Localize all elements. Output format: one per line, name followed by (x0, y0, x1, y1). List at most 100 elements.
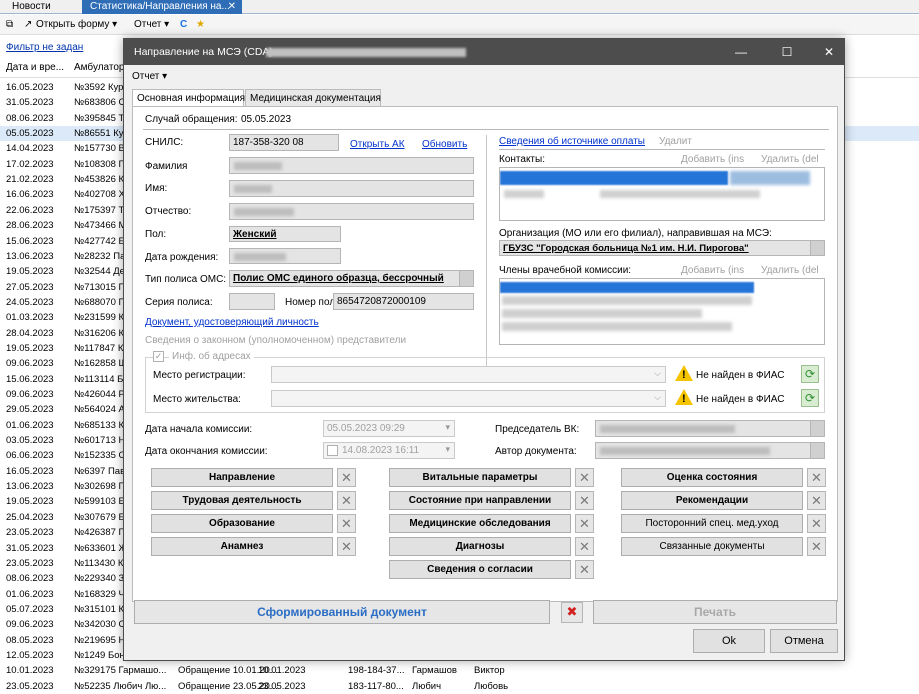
dropdown-icon (810, 241, 824, 255)
remove-section-icon[interactable]: ✕ (337, 468, 356, 487)
payment-source-link[interactable]: Сведения об источнике оплаты (499, 136, 645, 147)
list-item[interactable] (500, 171, 728, 185)
tab-news[interactable]: Новости (4, 0, 76, 14)
start-date-field[interactable]: 05.05.2023 09:29 ▾ (323, 420, 455, 437)
refresh-icon[interactable]: ⟳ (801, 365, 819, 383)
remove-section-icon[interactable]: ✕ (575, 537, 594, 556)
cell-date: 23.05.2023 (6, 680, 54, 692)
commission-add[interactable]: Добавить (ins (681, 265, 744, 276)
open-form-button[interactable]: Открыть форму ▾ (36, 18, 117, 31)
remove-section-icon[interactable]: ✕ (807, 537, 826, 556)
remove-section-icon[interactable]: ✕ (337, 491, 356, 510)
tab-main-info[interactable]: Основная информация (132, 89, 245, 107)
close-icon[interactable]: ✕ (228, 0, 236, 13)
dialog-menu-report[interactable]: Отчет ▾ (132, 71, 167, 82)
cell-ambulatory: №52235 Любич Лю... (74, 680, 167, 692)
policy-type-value: Полис ОМС единого образца, бессрочный (233, 273, 444, 284)
commission-label: Члены врачебной комиссии: (499, 265, 632, 276)
chevron-down-icon: ⌵ (654, 368, 661, 378)
chairman-select[interactable] (595, 420, 825, 437)
sex-select[interactable]: Женский (229, 226, 341, 242)
refresh-icon[interactable]: C (180, 18, 187, 31)
list-item (600, 190, 760, 198)
table-row[interactable]: 23.05.2023 №52235 Любич Лю... Обращение 23… (0, 679, 919, 694)
snils-field[interactable]: 187-358-320 08 (229, 134, 339, 151)
section-button[interactable]: Диагнозы (389, 537, 571, 556)
refresh-icon[interactable]: ⟳ (801, 389, 819, 407)
report-menu[interactable]: Отчет ▾ (134, 18, 169, 31)
contacts-add[interactable]: Добавить (ins (681, 154, 744, 165)
section-button[interactable]: Рекомендации (621, 491, 803, 510)
cancel-button[interactable]: Отмена (770, 629, 838, 653)
cell-ambulatory: №1249 Бонд (74, 649, 131, 661)
remove-section-icon[interactable]: ✕ (575, 514, 594, 533)
list-item[interactable] (500, 282, 754, 293)
cell-ambulatory: №473466 М (74, 220, 127, 232)
policy-number-field[interactable]: 8654720872000109 (333, 293, 474, 310)
name-field[interactable] (229, 180, 474, 197)
column-date[interactable]: Дата и вре... (6, 62, 64, 73)
tab-medical-docs[interactable]: Медицинская документация (245, 89, 381, 107)
remove-section-icon[interactable]: ✕ (807, 491, 826, 510)
tab-panel: Случай обращения: 05.05.2023 СНИЛС: 187-… (132, 106, 838, 602)
end-date-field[interactable]: 14.08.2023 16:11 ▾ (323, 442, 455, 459)
section-button[interactable]: Направление (151, 468, 333, 487)
birth-field[interactable] (229, 248, 341, 264)
section-button[interactable]: Посторонний спец. мед.уход (621, 514, 803, 533)
cell-ambulatory: №685133 Ко (74, 419, 130, 431)
column-ambulatory[interactable]: Амбулатор (74, 62, 125, 73)
remove-section-icon[interactable]: ✕ (575, 491, 594, 510)
surname-field[interactable] (229, 157, 474, 174)
remove-section-icon[interactable]: ✕ (575, 560, 594, 579)
commission-delete[interactable]: Удалить (del (761, 265, 819, 276)
table-row[interactable]: 10.01.2023 №329175 Гармашо... Обращение 10… (0, 663, 919, 678)
copy-icon[interactable]: ⧉ (6, 18, 13, 31)
reg-place-combo[interactable]: ⌵ (271, 366, 666, 383)
maximize-icon[interactable]: ☐ (772, 43, 802, 61)
commission-list[interactable] (499, 278, 825, 345)
remove-section-icon[interactable]: ✕ (807, 514, 826, 533)
section-button[interactable]: Анамнез (151, 537, 333, 556)
cell-ambulatory: №113114 Бо (74, 373, 129, 385)
minimize-icon[interactable]: — (726, 43, 756, 61)
contacts-list[interactable] (499, 167, 825, 221)
policy-type-select[interactable]: Полис ОМС единого образца, бессрочный (229, 270, 474, 287)
author-select[interactable] (595, 442, 825, 459)
patronymic-field[interactable] (229, 203, 474, 220)
refresh-link[interactable]: Обновить (422, 139, 467, 150)
close-icon[interactable]: ✕ (814, 43, 844, 61)
section-button[interactable]: Сведения о согласии (389, 560, 571, 579)
star-folder-icon[interactable]: ★ (196, 18, 205, 31)
filter-link[interactable]: Фильтр не задан (6, 42, 83, 53)
section-button[interactable]: Оценка состояния (621, 468, 803, 487)
open-ak-link[interactable]: Открыть АК (350, 139, 405, 150)
section-button[interactable]: Связанные документы (621, 537, 803, 556)
section-button[interactable]: Состояние при направлении (389, 491, 571, 510)
case-value: 05.05.2023 (241, 114, 292, 125)
remove-section-icon[interactable]: ✕ (337, 514, 356, 533)
remove-section-icon[interactable]: ✕ (337, 537, 356, 556)
open-form-label: Открыть форму (36, 19, 110, 30)
table-cell: 183-117-80... (348, 680, 404, 692)
section-button[interactable]: Трудовая деятельность (151, 491, 333, 510)
section-button[interactable]: Витальные параметры (389, 468, 571, 487)
address-checkbox[interactable]: ✓ (153, 351, 164, 362)
live-place-combo[interactable]: ⌵ (271, 390, 666, 407)
remove-section-icon[interactable]: ✕ (807, 468, 826, 487)
end-date-checkbox[interactable] (327, 445, 338, 456)
section-button[interactable]: Образование (151, 514, 333, 533)
section-button[interactable]: Медицинские обследования (389, 514, 571, 533)
print-button[interactable]: Печать (593, 600, 837, 624)
contacts-delete[interactable]: Удалить (del (761, 154, 819, 165)
policy-series-field[interactable] (229, 293, 275, 310)
org-select[interactable]: ГБУЗС "Городская больница №1 им. Н.И. Пи… (499, 240, 825, 256)
remove-section-icon[interactable]: ✕ (575, 468, 594, 487)
generated-document-button[interactable]: Сформированный документ (134, 600, 550, 624)
tab-statistics[interactable]: Статистика/Направления на... ✕ (82, 0, 242, 14)
delete-document-icon[interactable]: ✖ (561, 602, 583, 623)
ok-button[interactable]: Ok (693, 629, 765, 653)
cell-ambulatory: №113430 Ки (74, 557, 129, 569)
id-document-link[interactable]: Документ, удостоверяющий личность (145, 317, 319, 328)
cell-date: 05.05.2023 (6, 128, 54, 140)
payment-delete[interactable]: Удалит (659, 136, 692, 147)
